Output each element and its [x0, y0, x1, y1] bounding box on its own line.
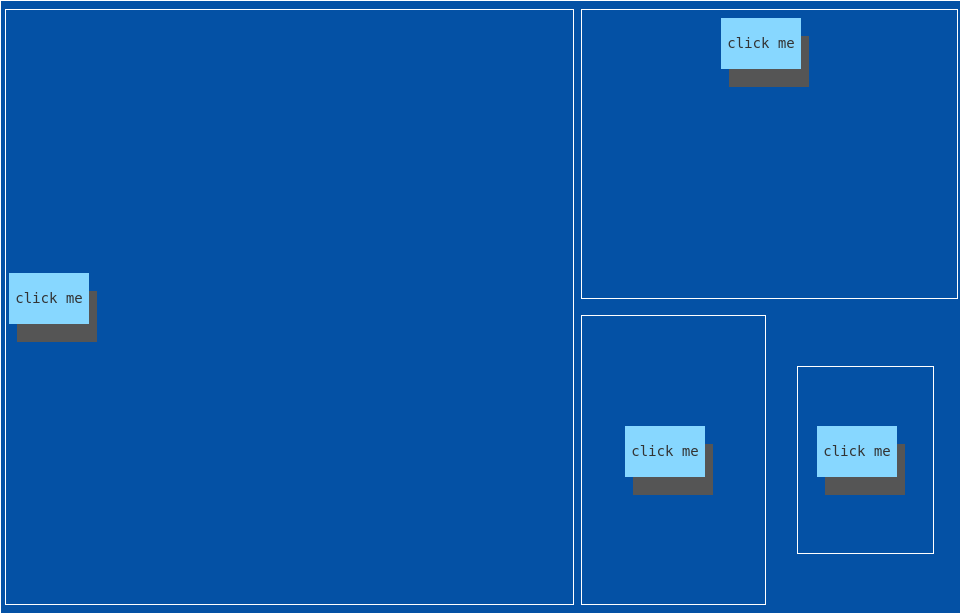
- left-panel-button-group: click me: [9, 273, 97, 342]
- left-panel-click-button[interactable]: click me: [9, 273, 89, 324]
- bottom-middle-panel-click-button[interactable]: click me: [625, 426, 705, 477]
- bottom-middle-panel-button-group: click me: [625, 426, 713, 495]
- bottom-right-panel-click-button[interactable]: click me: [817, 426, 897, 477]
- top-right-panel-button-group: click me: [721, 18, 809, 87]
- bottom-right-panel-button-group: click me: [817, 426, 905, 495]
- top-right-panel-click-button[interactable]: click me: [721, 18, 801, 69]
